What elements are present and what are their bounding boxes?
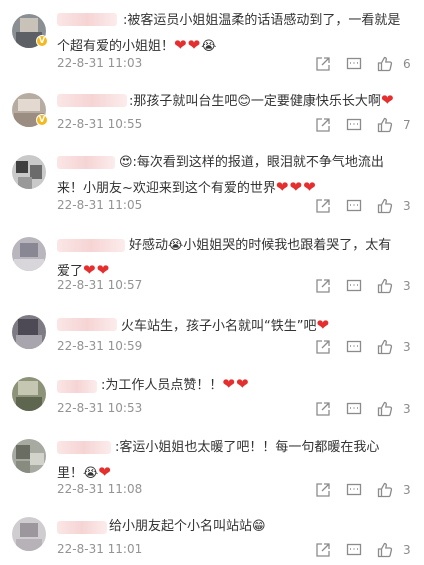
comment-time: 22-8-31 10:53 — [57, 401, 143, 415]
comment-text: :被客运员小姐姐温柔的话语感动到了，一看就是个超有爱的小姐姐！❤❤😭 — [57, 13, 401, 54]
like-count: 7 — [403, 118, 411, 132]
like-icon[interactable] — [377, 401, 393, 417]
share-icon[interactable] — [315, 278, 331, 294]
like-count: 3 — [403, 199, 411, 213]
comment-item: 火车站生，孩子小名就叫“铁生”吧❤ 22-8-31 10:59 3 — [0, 305, 424, 367]
comment-actions: 3 — [315, 198, 415, 214]
comment-icon[interactable] — [346, 56, 362, 72]
like-icon[interactable] — [377, 117, 393, 133]
comment-actions: 3 — [315, 339, 415, 355]
like-icon[interactable] — [377, 339, 393, 355]
comment-time: 22-8-31 11:01 — [57, 542, 143, 556]
comment-icon[interactable] — [346, 339, 362, 355]
share-icon[interactable] — [315, 401, 331, 417]
comment-text: 给小朋友起个小名叫站站😁 — [109, 519, 266, 534]
comment-actions: 3 — [315, 482, 415, 498]
like-count: 6 — [403, 57, 411, 71]
verified-badge-icon: V — [36, 114, 48, 126]
comment-text: :客运小姐姐也太暖了吧！！每一句都暖在我心里！😭❤ — [57, 440, 380, 481]
like-count: 3 — [403, 402, 411, 416]
comment-time: 22-8-31 11:03 — [57, 56, 143, 70]
comment-icon[interactable] — [346, 401, 362, 417]
share-icon[interactable] — [315, 339, 331, 355]
comment-item: 好感动😭小姐姐哭的时候我也跟着哭了，太有爱了❤❤ 22-8-31 10:57 3 — [0, 225, 424, 305]
like-icon[interactable] — [377, 482, 393, 498]
avatar[interactable] — [12, 237, 46, 271]
avatar[interactable] — [12, 439, 46, 473]
comment-text: 好感动😭小姐姐哭的时候我也跟着哭了，太有爱了❤❤ — [57, 238, 392, 279]
comment-actions: 3 — [315, 542, 415, 558]
comment-text: :那孩子就叫台生吧😊一定要健康快乐长大啊❤ — [129, 91, 395, 109]
comment-icon[interactable] — [346, 542, 362, 558]
like-icon[interactable] — [377, 278, 393, 294]
comment-icon[interactable] — [346, 278, 362, 294]
avatar[interactable] — [12, 377, 46, 411]
verified-badge-icon: V — [36, 35, 48, 47]
comment-actions: 7 — [315, 117, 415, 133]
comment-item: :为工作人员点赞！！❤❤ 22-8-31 10:53 3 — [0, 367, 424, 427]
share-icon[interactable] — [315, 117, 331, 133]
like-icon[interactable] — [377, 542, 393, 558]
like-count: 3 — [403, 340, 411, 354]
comment-time: 22-8-31 10:59 — [57, 339, 143, 353]
comment-item: V :被客运员小姐姐温柔的话语感动到了，一看就是个超有爱的小姐姐！❤❤😭 22-… — [0, 0, 424, 80]
like-count: 3 — [403, 279, 411, 293]
share-icon[interactable] — [315, 542, 331, 558]
comment-time: 22-8-31 11:08 — [57, 482, 143, 496]
comment-text: 火车站生，孩子小名就叫“铁生”吧❤ — [121, 316, 331, 334]
comment-actions: 6 — [315, 56, 415, 72]
share-icon[interactable] — [315, 56, 331, 72]
comment-icon[interactable] — [346, 117, 362, 133]
comment-item: :客运小姐姐也太暖了吧！！每一句都暖在我心里！😭❤ 22-8-31 11:08 … — [0, 427, 424, 507]
comment-time: 22-8-31 11:05 — [57, 198, 143, 212]
avatar[interactable] — [12, 315, 46, 349]
comment-text: 😍:每次看到这样的报道，眼泪就不争气地流出来！小朋友~欢迎来到这个有爱的世界❤❤… — [57, 155, 384, 196]
avatar[interactable] — [12, 517, 46, 551]
share-icon[interactable] — [315, 198, 331, 214]
comment-item: 给小朋友起个小名叫站站😁 22-8-31 11:01 3 — [0, 507, 424, 565]
comment-icon[interactable] — [346, 198, 362, 214]
like-count: 3 — [403, 543, 411, 557]
like-icon[interactable] — [377, 56, 393, 72]
comment-item: 😍:每次看到这样的报道，眼泪就不争气地流出来！小朋友~欢迎来到这个有爱的世界❤❤… — [0, 142, 424, 225]
comment-actions: 3 — [315, 278, 415, 294]
comment-item: V :那孩子就叫台生吧😊一定要健康快乐长大啊❤ 22-8-31 10:55 7 — [0, 80, 424, 142]
comment-actions: 3 — [315, 401, 415, 417]
share-icon[interactable] — [315, 482, 331, 498]
comment-icon[interactable] — [346, 482, 362, 498]
like-icon[interactable] — [377, 198, 393, 214]
comment-time: 22-8-31 10:55 — [57, 117, 143, 131]
like-count: 3 — [403, 483, 411, 497]
avatar[interactable] — [12, 155, 46, 189]
comment-text: :为工作人员点赞！！❤❤ — [101, 375, 250, 393]
comment-time: 22-8-31 10:57 — [57, 278, 143, 292]
